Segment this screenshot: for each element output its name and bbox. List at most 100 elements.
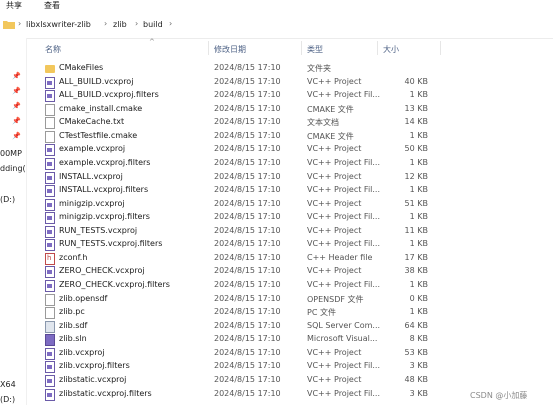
ribbon-tab-share[interactable]: 共享 [6,0,22,11]
file-row[interactable]: zlib.sdf 2024/8/15 17:10 SQL Server Com...… [27,320,553,334]
file-name: zlib.sdf [59,320,88,330]
file-row[interactable]: zlib.pc 2024/8/15 17:10 PC 文件 1 KB [27,306,553,320]
file-type: C++ Header file [307,252,373,262]
file-type: VC++ Project [307,171,362,181]
file-row[interactable]: RUN_TESTS.vcxproj.filters 2024/8/15 17:10… [27,238,553,252]
column-header-date[interactable]: 修改日期 [214,44,246,55]
file-row[interactable]: CMakeCache.txt 2024/8/15 17:10 文本文档 14 KB [27,116,553,130]
file-name: ALL_BUILD.vcxproj.filters [59,90,159,100]
file-row[interactable]: ALL_BUILD.vcxproj 2024/8/15 17:10 VC++ Pro… [27,76,553,90]
file-date: 2024/8/15 17:10 [214,334,281,344]
nav-item[interactable]: dding( [0,164,26,173]
column-divider[interactable] [208,41,209,55]
file-name: zlib.vcxproj [59,347,105,357]
file-name: minigzip.vcxproj [59,198,125,208]
file-type: 文本文档 [307,118,339,128]
address-bar[interactable]: › libxlsxwriter-zlib › zlib › build › [0,14,553,39]
file-row[interactable]: zlib.sln 2024/8/15 17:10 Microsoft Visual.… [27,333,553,347]
breadcrumb-build[interactable]: build [143,20,163,29]
file-name: zconf.h [59,252,88,262]
file-row[interactable]: ALL_BUILD.vcxproj.filters 2024/8/15 17:10… [27,89,553,103]
file-date: 2024/8/15 17:10 [214,307,281,317]
file-row[interactable]: zconf.h 2024/8/15 17:10 C++ Header file 17 … [27,252,553,266]
file-row[interactable]: zlib.opensdf 2024/8/15 17:10 OPENSDF 文件 0 K… [27,293,553,307]
file-row[interactable]: example.vcxproj.filters 2024/8/15 17:10 VC… [27,157,553,171]
column-divider[interactable] [440,41,441,55]
pin-icon[interactable]: 📌 [12,87,21,95]
file-type: VC++ Project [307,198,362,208]
file-row[interactable]: INSTALL.vcxproj.filters 2024/8/15 17:10 VC… [27,184,553,198]
nav-item[interactable]: (D:) [0,195,15,204]
file-size: 14 KB [404,117,428,127]
vcxproj-file-icon [45,374,55,387]
file-row[interactable]: INSTALL.vcxproj 2024/8/15 17:10 VC++ Proje… [27,171,553,185]
file-type: PC 文件 [307,308,336,318]
file-row[interactable]: zlib.vcxproj.filters 2024/8/15 17:10 VC++ … [27,360,553,374]
file-row[interactable]: example.vcxproj 2024/8/15 17:10 VC++ Proje… [27,143,553,157]
file-date: 2024/8/15 17:10 [214,266,281,276]
file-type: VC++ Project [307,144,362,154]
file-list: CMakeFiles 2024/8/15 17:10 文件夹 ALL_BUILD.vc… [27,62,553,401]
file-date: 2024/8/15 17:10 [214,198,281,208]
pin-icon[interactable]: 📌 [12,117,21,125]
file-name: cmake_install.cmake [59,103,143,113]
chevron-right-icon: › [135,19,139,28]
file-row[interactable]: cmake_install.cmake 2024/8/15 17:10 CMAKE … [27,103,553,117]
file-size: 1 KB [409,185,428,195]
vcxproj-file-icon [45,171,55,184]
file-date: 2024/8/15 17:10 [214,117,281,127]
solution-file-icon [45,334,55,347]
file-date: 2024/8/15 17:10 [214,63,281,72]
file-date: 2024/8/15 17:10 [214,239,281,249]
pin-icon[interactable]: 📌 [12,132,21,140]
file-name: example.vcxproj [59,144,126,154]
pin-icon[interactable]: 📌 [12,72,21,80]
file-row[interactable]: ZERO_CHECK.vcxproj 2024/8/15 17:10 VC++ Pr… [27,265,553,279]
file-row[interactable]: CTestTestfile.cmake 2024/8/15 17:10 CMAKE … [27,130,553,144]
file-name: INSTALL.vcxproj.filters [59,185,149,195]
breadcrumb-libxlsxwriter-zlib[interactable]: libxlsxwriter-zlib [26,20,91,29]
vcxproj-file-icon [45,212,55,225]
file-name: RUN_TESTS.vcxproj [59,225,138,235]
file-size: 11 KB [404,225,428,235]
column-divider[interactable] [301,41,302,55]
file-size: 51 KB [404,198,428,208]
file-row[interactable]: minigzip.vcxproj 2024/8/15 17:10 VC++ Proj… [27,198,553,212]
nav-item[interactable]: (D:) [0,395,15,404]
vcxproj-file-icon [45,157,55,170]
file-size: 38 KB [404,266,428,276]
file-size: 50 KB [404,144,428,154]
file-name: ALL_BUILD.vcxproj [59,76,134,86]
vcxproj-file-icon [45,225,55,238]
ribbon-tab-view[interactable]: 查看 [44,0,60,11]
file-size: 3 KB [409,388,428,398]
column-divider[interactable] [377,41,378,55]
file-size: 3 KB [409,361,428,371]
pin-icon[interactable]: 📌 [12,102,21,110]
file-row[interactable]: ZERO_CHECK.vcxproj.filters 2024/8/15 17:1… [27,279,553,293]
breadcrumb-zlib[interactable]: zlib [113,20,127,29]
chevron-right-icon: › [169,19,173,28]
file-row[interactable]: minigzip.vcxproj.filters 2024/8/15 17:10 V… [27,211,553,225]
nav-item[interactable]: X64 [0,380,16,389]
file-row[interactable]: zlib.vcxproj 2024/8/15 17:10 VC++ Project 5… [27,347,553,361]
file-name: RUN_TESTS.vcxproj.filters [59,239,163,249]
file-row[interactable]: RUN_TESTS.vcxproj 2024/8/15 17:10 VC++ Pro… [27,225,553,239]
file-date: 2024/8/15 17:10 [214,130,281,140]
file-date: 2024/8/15 17:10 [214,157,281,167]
chevron-right-icon: › [104,19,108,28]
file-row[interactable]: CMakeFiles 2024/8/15 17:10 文件夹 [27,62,553,76]
watermark: CSDN @小加藤 [470,391,528,400]
column-header-type[interactable]: 类型 [307,44,323,55]
file-type: VC++ Project [307,347,362,357]
nav-item[interactable]: 00MP [0,149,22,158]
vcxproj-file-icon [45,76,55,89]
vcxproj-file-icon [45,185,55,198]
column-header-size[interactable]: 大小 [383,44,399,55]
file-row[interactable]: zlibstatic.vcxproj 2024/8/15 17:10 VC++ Pr… [27,374,553,388]
chevron-right-icon: › [18,19,22,28]
file-date: 2024/8/15 17:10 [214,225,281,235]
file-name: CMakeFiles [59,63,104,72]
file-size: 64 KB [404,320,428,330]
column-header-name[interactable]: 名称 [45,44,61,55]
